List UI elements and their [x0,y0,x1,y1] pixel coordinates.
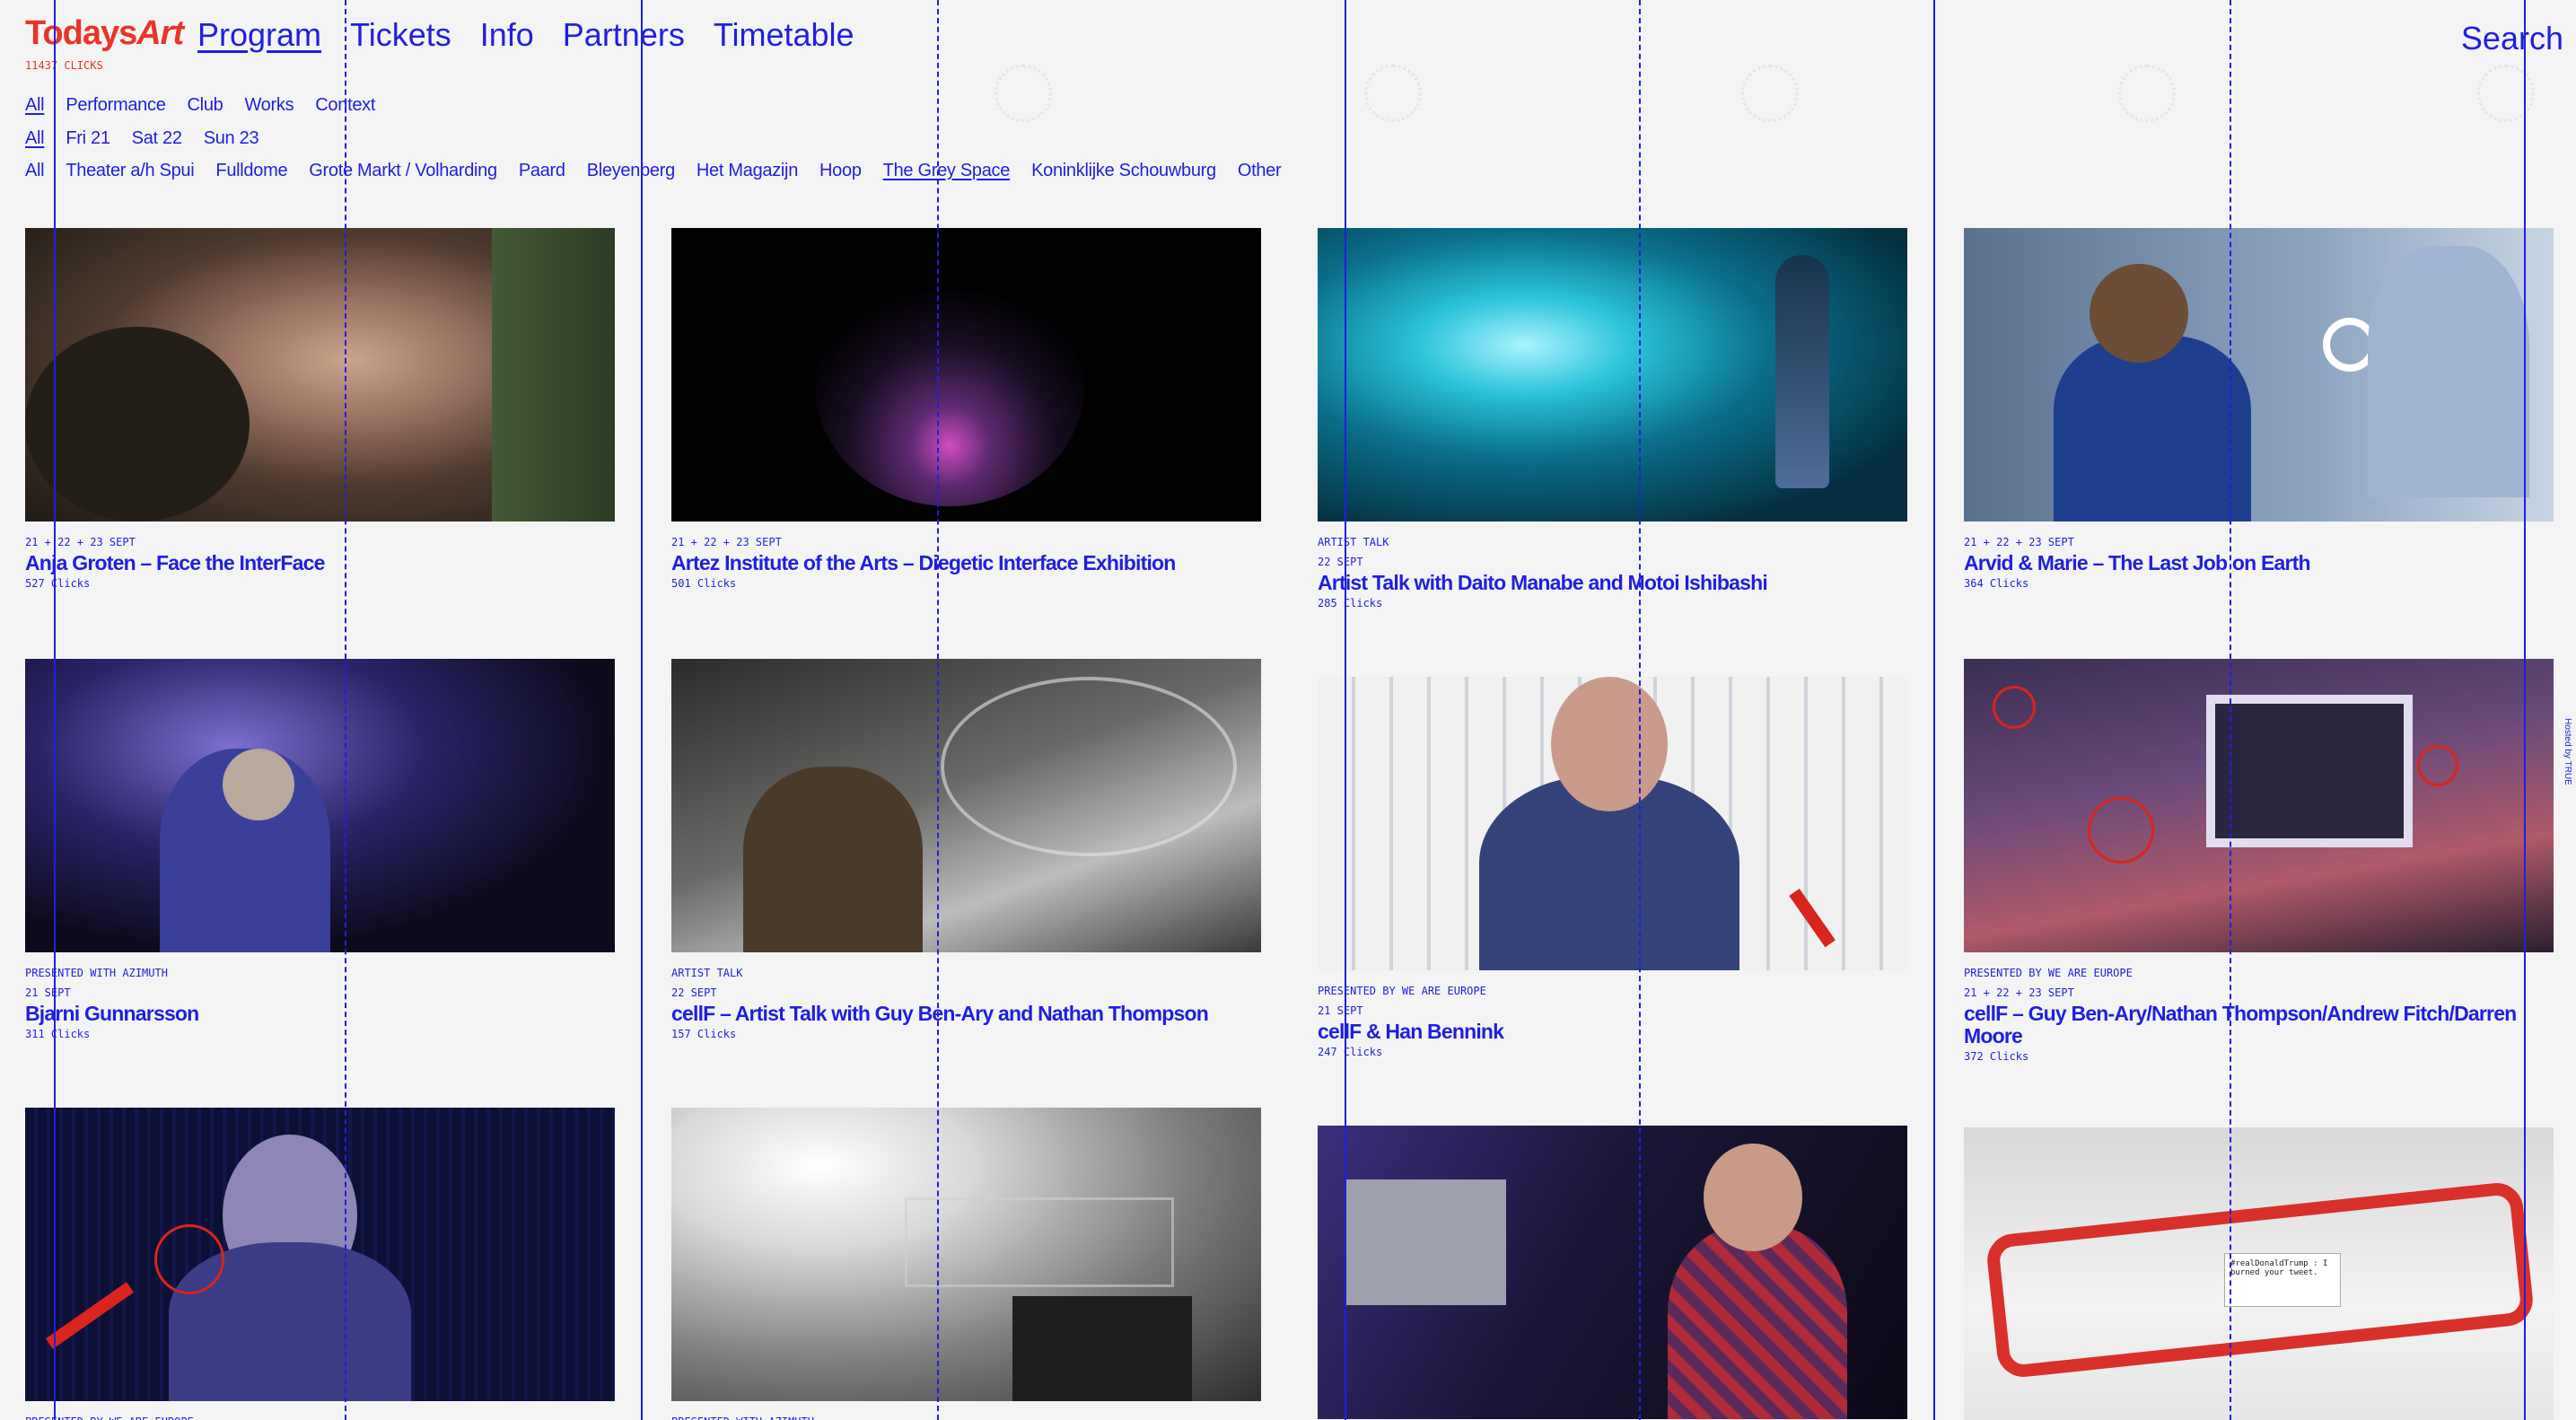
portrait-photo[interactable] [25,228,615,522]
event-card[interactable]: 21 + 22 + 23 Sept Anja Groten – Face the… [25,228,615,592]
drummer-portrait-photo[interactable] [1318,677,1907,970]
filter-day-all[interactable]: All [25,128,45,149]
event-title[interactable]: Arvid & Marie – The Last Job on Earth [1964,552,2554,574]
event-clicks: 285 Clicks [1318,597,1383,609]
event-dates: 22 Sept [671,986,717,999]
filter-day-sun[interactable]: Sun 23 [204,128,259,149]
modular-synth-photo[interactable] [671,659,1261,952]
event-dates: 21 + 22 + 23 Sept [671,536,782,548]
printed-receipt: #realDonaldTrump : I burned your tweet. [2224,1253,2341,1307]
event-clicks: 501 Clicks [671,577,737,590]
event-card[interactable]: 21 + 22 + 23 Sept Arvid & Marie – The La… [1964,228,2554,592]
event-card[interactable]: Presented by We Are Europe 21 Sept cellF… [1318,677,1907,1061]
event-clicks: 157 Clicks [671,1028,737,1040]
red-arrow-icon [1789,888,1836,948]
robot-printer-photo[interactable]: #realDonaldTrump : I burned your tweet. [1964,1127,2554,1420]
filter-category-club[interactable]: Club [188,95,223,116]
event-dates: 21 Sept [1318,1004,1363,1017]
event-dates: 21 + 22 + 23 Sept [25,536,136,548]
filter-venue-all[interactable]: All [25,161,45,181]
event-tag: Presented by We Are Europe [1964,967,2133,979]
highlight-circle-icon [2088,797,2154,863]
filter-venue-grey-space[interactable]: The Grey Space [883,161,1011,181]
event-tag: Presented by We Are Europe [1318,985,1486,997]
nav-info[interactable]: Info [480,16,534,54]
filter-venue-het-magazijn[interactable]: Het Magazijn [697,161,798,181]
filter-category-works[interactable]: Works [244,95,294,116]
filter-venue-fulldome[interactable]: Fulldome [215,161,287,181]
event-tag: Presented with Azimuth [671,1412,1261,1420]
filter-category-all[interactable]: All [25,95,45,116]
event-clicks: 311 Clicks [25,1028,91,1040]
nav-program[interactable]: Program [197,16,321,54]
search-button[interactable]: Search [2461,20,2563,57]
event-card[interactable]: #realDonaldTrump : I burned your tweet. [1964,1127,2554,1420]
event-title[interactable]: cellF – Artist Talk with Guy Ben-Ary and… [671,1003,1261,1025]
filter-venue-bleyenberg[interactable]: Bleyenberg [587,161,675,181]
nav-timetable[interactable]: Timetable [714,16,854,54]
event-title[interactable]: Bjarni Gunnarsson [25,1003,615,1025]
highlight-circle-icon [1993,686,2036,729]
event-dates: 21 Sept [25,986,71,999]
filter-venue-hoop[interactable]: Hoop [819,161,862,181]
event-card[interactable] [1318,1126,1907,1419]
event-title[interactable]: cellF & Han Bennink [1318,1021,1907,1043]
category-filter: All Performance Club Works Context [25,95,375,116]
event-card[interactable]: Artist Talk 22 Sept cellF – Artist Talk … [671,659,1261,1043]
filter-venue-grote-markt[interactable]: Grote Markt / Volharding [309,161,497,181]
club-stage-photo[interactable] [671,1108,1261,1401]
event-card[interactable]: 21 + 22 + 23 Sept Artez Institute of the… [671,228,1261,592]
light-performance-photo[interactable] [1318,228,1907,522]
filter-venue-other[interactable]: Other [1238,161,1282,181]
event-title[interactable]: cellF – Guy Ben-Ary/Nathan Thompson/Andr… [1964,1003,2554,1047]
event-card[interactable]: Artist Talk 22 Sept Artist Talk with Dai… [1318,228,1907,612]
event-dates: 21 + 22 + 23 Sept [1964,986,2074,999]
event-dates: 21 + 22 + 23 Sept [1964,536,2074,548]
event-card[interactable]: Presented by We Are Europe [25,1108,615,1420]
hosted-by-label: Hosted by TRUE [2563,718,2572,785]
filter-venue-theater[interactable]: Theater a/h Spui [66,161,194,181]
event-clicks: 364 Clicks [1964,577,2029,590]
installation-photo[interactable] [1964,659,2554,952]
event-card[interactable]: Presented by We Are Europe 21 + 22 + 23 … [1964,659,2554,1065]
event-title[interactable]: Anja Groten – Face the InterFace [25,552,615,574]
event-dates: 22 Sept [1318,556,1363,568]
filter-venue-paard[interactable]: Paard [519,161,565,181]
filter-day-fri[interactable]: Fri 21 [66,128,110,149]
day-filter: All Fri 21 Sat 22 Sun 23 [25,128,259,149]
filter-day-sat[interactable]: Sat 22 [132,128,182,149]
event-title[interactable]: Artist Talk with Daito Manabe and Motoi … [1318,572,1907,594]
nav-partners[interactable]: Partners [563,16,685,54]
job-interview-photo[interactable] [1964,228,2554,522]
glowing-sphere-photo[interactable] [671,228,1261,522]
singer-photo[interactable] [25,1108,615,1401]
event-clicks: 527 Clicks [25,577,91,590]
filter-venue-schouwburg[interactable]: Koninklijke Schouwburg [1031,161,1216,181]
event-clicks: 247 Clicks [1318,1046,1383,1058]
event-title[interactable]: Artez Institute of the Arts – Diegetic I… [671,552,1261,574]
venue-filter: All Theater a/h Spui Fulldome Grote Mark… [25,161,1282,181]
red-arrow-icon [45,1282,135,1349]
dj-photo[interactable] [25,659,615,952]
event-tag: Presented by We Are Europe [25,1412,615,1420]
musician-keyboard-photo[interactable] [1318,1126,1907,1419]
nav-tickets[interactable]: Tickets [350,16,451,54]
filter-category-performance[interactable]: Performance [66,95,166,116]
event-card[interactable]: Presented with Azimuth 21 Sept Bjarni Gu… [25,659,615,1043]
site-click-counter: 11437 CLICKS [25,59,103,72]
event-card[interactable]: Presented with Azimuth [671,1108,1261,1420]
site-logo[interactable]: TodaysArt [25,14,184,53]
highlight-circle-icon [154,1224,224,1294]
event-clicks: 372 Clicks [1964,1050,2029,1063]
highlight-circle-icon [2417,745,2458,786]
event-tag: Presented with Azimuth [25,967,168,979]
main-nav: Program Tickets Info Partners Timetable [197,16,854,54]
event-tag: Artist Talk [1318,536,1389,548]
event-tag: Artist Talk [671,967,743,979]
